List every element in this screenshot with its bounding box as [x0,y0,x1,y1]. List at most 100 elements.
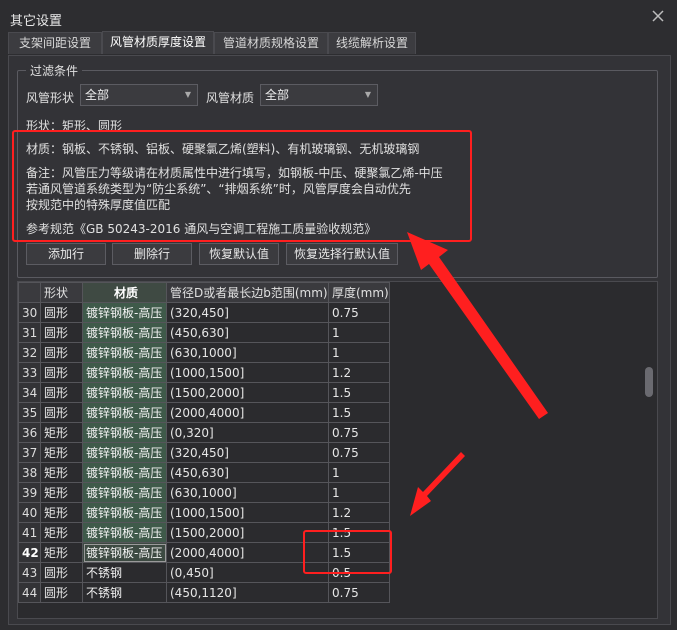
thickness-cell[interactable]: 1 [328,482,390,503]
thickness-cell[interactable]: 1.5 [328,402,390,423]
thickness-cell[interactable]: 1 [328,342,390,363]
shape-cell[interactable]: 矩形 [40,422,83,443]
material-cell[interactable]: 镀锌钢板-高压 [82,482,167,503]
duct-material-label: 风管材质 [206,91,255,105]
duct-shape-select[interactable]: 全部 ▼ [80,84,198,106]
delete-row-button[interactable]: 删除行 [112,243,192,265]
material-cell[interactable]: 镀锌钢板-高压 [82,542,167,563]
shape-cell[interactable]: 矩形 [40,502,83,523]
thickness-cell[interactable]: 0.75 [328,302,390,323]
thickness-cell[interactable]: 0.75 [328,442,390,463]
table-row[interactable]: 35 圆形 镀锌钢板-高压 (2000,4000] 1.5 [18,402,390,423]
thickness-cell[interactable]: 0.75 [328,582,390,603]
material-cell[interactable]: 镀锌钢板-高压 [82,462,167,483]
chevron-down-icon: ▼ [184,90,191,99]
shape-cell[interactable]: 圆形 [40,342,83,363]
shape-cell[interactable]: 圆形 [40,582,83,603]
table-row[interactable]: 33 圆形 镀锌钢板-高压 (1000,1500] 1.2 [18,362,390,383]
thickness-cell[interactable]: 1.2 [328,362,390,383]
range-cell[interactable]: (630,1000] [166,342,329,363]
shape-cell[interactable]: 圆形 [40,302,83,323]
shape-cell[interactable]: 矩形 [40,522,83,543]
highlight-box-thickness [303,530,392,574]
duct-shape-label: 风管形状 [26,91,75,105]
thickness-cell[interactable]: 1 [328,462,390,483]
material-cell[interactable]: 镀锌钢板-高压 [82,342,167,363]
thickness-cell[interactable]: 1 [328,322,390,343]
row-number-cell: 31 [18,322,41,343]
tab-duct-thickness[interactable]: 风管材质厚度设置 [102,31,214,54]
table-row[interactable]: 31 圆形 镀锌钢板-高压 (450,630] 1 [18,322,390,343]
material-cell[interactable]: 镀锌钢板-高压 [82,522,167,543]
filter-group-title: 过滤条件 [26,62,83,79]
table-row[interactable]: 32 圆形 镀锌钢板-高压 (630,1000] 1 [18,342,390,363]
header-row-number [18,282,41,303]
material-cell[interactable]: 不锈钢 [82,582,167,603]
tab-support-spacing[interactable]: 支架间距设置 [8,32,102,54]
duct-material-select[interactable]: 全部 ▼ [260,84,378,106]
row-number-cell: 42 [18,542,41,563]
range-cell[interactable]: (320,450] [166,302,329,323]
row-number-cell: 36 [18,422,41,443]
row-number-cell: 37 [18,442,41,463]
duct-material-value: 全部 [265,88,290,102]
range-cell[interactable]: (320,450] [166,442,329,463]
header-material[interactable]: 材质 [82,282,167,303]
thickness-cell[interactable]: 1.2 [328,502,390,523]
shape-cell[interactable]: 矩形 [40,442,83,463]
table-row[interactable]: 36 矩形 镀锌钢板-高压 (0,320] 0.75 [18,422,390,443]
range-cell[interactable]: (1500,2000] [166,382,329,403]
add-row-button[interactable]: 添加行 [26,243,106,265]
material-cell[interactable]: 镀锌钢板-高压 [82,502,167,523]
range-cell[interactable]: (450,1120] [166,582,329,603]
table-row[interactable]: 34 圆形 镀锌钢板-高压 (1500,2000] 1.5 [18,382,390,403]
table-row[interactable]: 37 矩形 镀锌钢板-高压 (320,450] 0.75 [18,442,390,463]
restore-default-button[interactable]: 恢复默认值 [199,243,279,265]
shape-cell[interactable]: 矩形 [40,542,83,563]
tab-cable-parse[interactable]: 线缆解析设置 [328,32,416,54]
close-icon[interactable] [650,8,666,24]
material-cell[interactable]: 镀锌钢板-高压 [82,422,167,443]
row-number-cell: 44 [18,582,41,603]
range-cell[interactable]: (2000,4000] [166,402,329,423]
material-cell[interactable]: 镀锌钢板-高压 [82,362,167,383]
shape-cell[interactable]: 圆形 [40,322,83,343]
shape-cell[interactable]: 圆形 [40,362,83,383]
restore-selected-default-button[interactable]: 恢复选择行默认值 [286,243,398,265]
window-title: 其它设置 [10,14,63,29]
material-cell[interactable]: 镀锌钢板-高压 [82,302,167,323]
range-cell[interactable]: (0,320] [166,422,329,443]
material-cell[interactable]: 镀锌钢板-高压 [82,382,167,403]
row-number-cell: 41 [18,522,41,543]
vertical-scrollbar-thumb[interactable] [645,367,653,397]
header-range[interactable]: 管径D或者最长边b范围(mm) [166,282,329,303]
header-shape[interactable]: 形状 [40,282,83,303]
table-row[interactable]: 38 矩形 镀锌钢板-高压 (450,630] 1 [18,462,390,483]
range-cell[interactable]: (450,630] [166,322,329,343]
range-cell[interactable]: (450,630] [166,462,329,483]
table-row[interactable]: 30 圆形 镀锌钢板-高压 (320,450] 0.75 [18,302,390,323]
range-cell[interactable]: (1000,1500] [166,502,329,523]
table-row[interactable]: 44 圆形 不锈钢 (450,1120] 0.75 [18,582,390,603]
material-cell[interactable]: 镀锌钢板-高压 [82,322,167,343]
shape-cell[interactable]: 矩形 [40,462,83,483]
header-thickness[interactable]: 厚度(mm) [328,282,390,303]
material-cell[interactable]: 镀锌钢板-高压 [82,402,167,423]
shape-cell[interactable]: 圆形 [40,562,83,583]
tab-pipe-spec[interactable]: 管道材质规格设置 [214,32,328,54]
material-cell[interactable]: 镀锌钢板-高压 [82,442,167,463]
range-cell[interactable]: (630,1000] [166,482,329,503]
row-number-cell: 34 [18,382,41,403]
thickness-cell[interactable]: 0.75 [328,422,390,443]
range-cell[interactable]: (1000,1500] [166,362,329,383]
table-row[interactable]: 40 矩形 镀锌钢板-高压 (1000,1500] 1.2 [18,502,390,523]
row-number-cell: 39 [18,482,41,503]
shape-cell[interactable]: 圆形 [40,402,83,423]
shape-cell[interactable]: 圆形 [40,382,83,403]
table-row[interactable]: 39 矩形 镀锌钢板-高压 (630,1000] 1 [18,482,390,503]
row-number-cell: 32 [18,342,41,363]
row-number-cell: 43 [18,562,41,583]
thickness-cell[interactable]: 1.5 [328,382,390,403]
material-cell[interactable]: 不锈钢 [82,562,167,583]
shape-cell[interactable]: 矩形 [40,482,83,503]
